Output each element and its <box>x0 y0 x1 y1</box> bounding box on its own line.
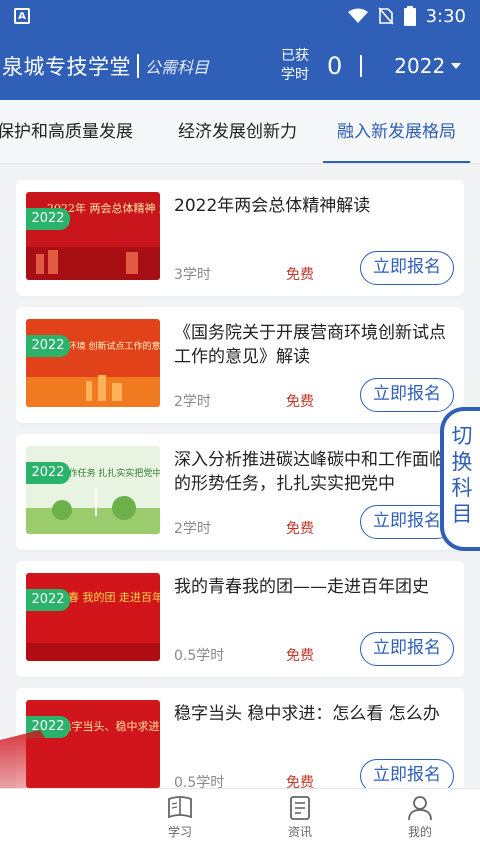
nav-study[interactable]: 学习 <box>150 795 210 840</box>
nav-news[interactable]: 资讯 <box>270 795 330 840</box>
brand-subtitle: 公需科目 <box>145 58 210 77</box>
course-hours: 2学时 <box>174 394 211 410</box>
course-list[interactable]: 2022年 两会总体精神 解读 2022 2022年两会总体精神解读 3学时 免… <box>16 180 464 788</box>
course-price: 免费 <box>286 648 314 664</box>
course-title: 2022年两会总体精神解读 <box>174 196 371 216</box>
wifi-icon <box>347 8 368 23</box>
course-price: 免费 <box>286 521 314 537</box>
brand-divider <box>137 54 139 78</box>
course-price: 免费 <box>286 394 314 410</box>
course-price: 免费 <box>286 775 314 788</box>
course-thumbnail: 2022年 两会总体精神 解读 2022 <box>26 192 160 280</box>
nav-study-label: 学习 <box>167 825 192 839</box>
course-title: 《国务院关于开展营商环境创新试点工作的意见》解读 <box>174 323 446 367</box>
course-card[interactable]: 碳达峰碳中和工作任务 扎扎实实把党中央决策部署 2022 深入分析推进碳达峰碳中… <box>16 434 464 550</box>
enroll-button[interactable]: 立即报名 <box>360 251 454 285</box>
thumbnail-art: 稳字当头、稳中求进 <box>26 700 160 788</box>
tab-economy-innovation[interactable]: 经济发展创新力 <box>178 100 297 163</box>
year-badge: 2022 <box>26 208 70 230</box>
thumbnail-caption: 稳字当头、稳中求进 <box>61 719 160 733</box>
course-card[interactable]: 2022年 两会总体精神 解读 2022 2022年两会总体精神解读 3学时 免… <box>16 180 464 296</box>
enroll-button[interactable]: 立即报名 <box>360 632 454 666</box>
no-sim-icon <box>377 7 394 25</box>
status-bar: A 3:30 <box>0 0 480 32</box>
brand-title: 泉城专技学堂 <box>2 55 131 79</box>
course-card[interactable]: 我的青春 我的团 走进百年团史 2022 我的青春我的团——走进百年团史 0.5… <box>16 561 464 677</box>
year-selector-value: 2022 <box>394 54 446 78</box>
course-thumbnail: 关于开展营商环境 创新试点工作的意见 解读 2022 <box>26 319 160 407</box>
enroll-button[interactable]: 立即报名 <box>360 378 454 412</box>
year-badge: 2022 <box>26 716 70 738</box>
thumbnail-art: 碳达峰碳中和工作任务 扎扎实实把党中央决策部署 <box>26 446 160 534</box>
year-badge: 2022 <box>26 462 70 484</box>
course-title: 稳字当头 稳中求进：怎么看 怎么办 <box>174 704 440 724</box>
clock: 3:30 <box>425 5 466 27</box>
nav-profile[interactable]: 我的 <box>390 795 450 840</box>
learned-hours: 已获 学时 0 <box>281 47 363 85</box>
app-notification-icon: A <box>14 8 30 24</box>
book-icon <box>168 796 192 819</box>
course-title: 我的青春我的团——走进百年团史 <box>174 577 429 597</box>
chevron-down-icon <box>451 63 462 69</box>
course-hours: 3学时 <box>174 267 211 283</box>
course-hours: 2学时 <box>174 521 211 537</box>
learned-hours-value: 0 <box>327 52 343 80</box>
course-thumbnail: 我的青春 我的团 走进百年团史 2022 <box>26 573 160 661</box>
battery-icon <box>403 6 416 26</box>
year-selector[interactable]: 2022 <box>394 54 462 78</box>
switch-subject-button[interactable]: 切换科目 <box>440 407 480 551</box>
tab-ecology[interactable]: 态保护和高质量发展 <box>0 100 133 163</box>
app-header: 泉城专技学堂 公需科目 已获 学时 0 2022 <box>0 32 480 100</box>
brand: 泉城专技学堂 公需科目 <box>0 51 209 81</box>
news-icon <box>290 796 310 820</box>
thumbnail-art: 2022年 两会总体精神 解读 <box>26 192 160 280</box>
thumbnail-art: 我的青春 我的团 走进百年团史 <box>26 573 160 661</box>
nav-news-label: 资讯 <box>287 825 312 839</box>
enroll-button[interactable]: 立即报名 <box>360 759 454 788</box>
header-divider <box>360 55 363 77</box>
course-hours: 0.5学时 <box>174 775 225 788</box>
category-tabs: 态保护和高质量发展 经济发展创新力 融入新发展格局 <box>0 100 480 164</box>
bottom-navigation: 学习 资讯 我的 <box>0 788 480 853</box>
course-title: 深入分析推进碳达峰碳中和工作面临的形势任务，扎扎实实把党中 <box>174 450 446 494</box>
course-price: 免费 <box>286 267 314 283</box>
course-hours: 0.5学时 <box>174 648 225 664</box>
switch-subject-label: 切换科目 <box>451 424 473 526</box>
course-card[interactable]: 稳字当头、稳中求进 2022 稳字当头 稳中求进：怎么看 怎么办 0.5学时 免… <box>16 688 464 788</box>
learned-hours-label: 已获 学时 <box>281 48 310 83</box>
nav-profile-label: 我的 <box>407 825 432 839</box>
year-badge: 2022 <box>26 589 70 611</box>
course-thumbnail: 稳字当头、稳中求进 2022 <box>26 700 160 788</box>
profile-icon <box>408 796 432 821</box>
tab-new-development[interactable]: 融入新发展格局 <box>323 100 470 163</box>
course-card[interactable]: 关于开展营商环境 创新试点工作的意见 解读 2022 《国务院关于开展营商环境创… <box>16 307 464 423</box>
year-badge: 2022 <box>26 335 70 357</box>
course-thumbnail: 碳达峰碳中和工作任务 扎扎实实把党中央决策部署 2022 <box>26 446 160 534</box>
thumbnail-art: 关于开展营商环境 创新试点工作的意见 解读 <box>26 319 160 407</box>
